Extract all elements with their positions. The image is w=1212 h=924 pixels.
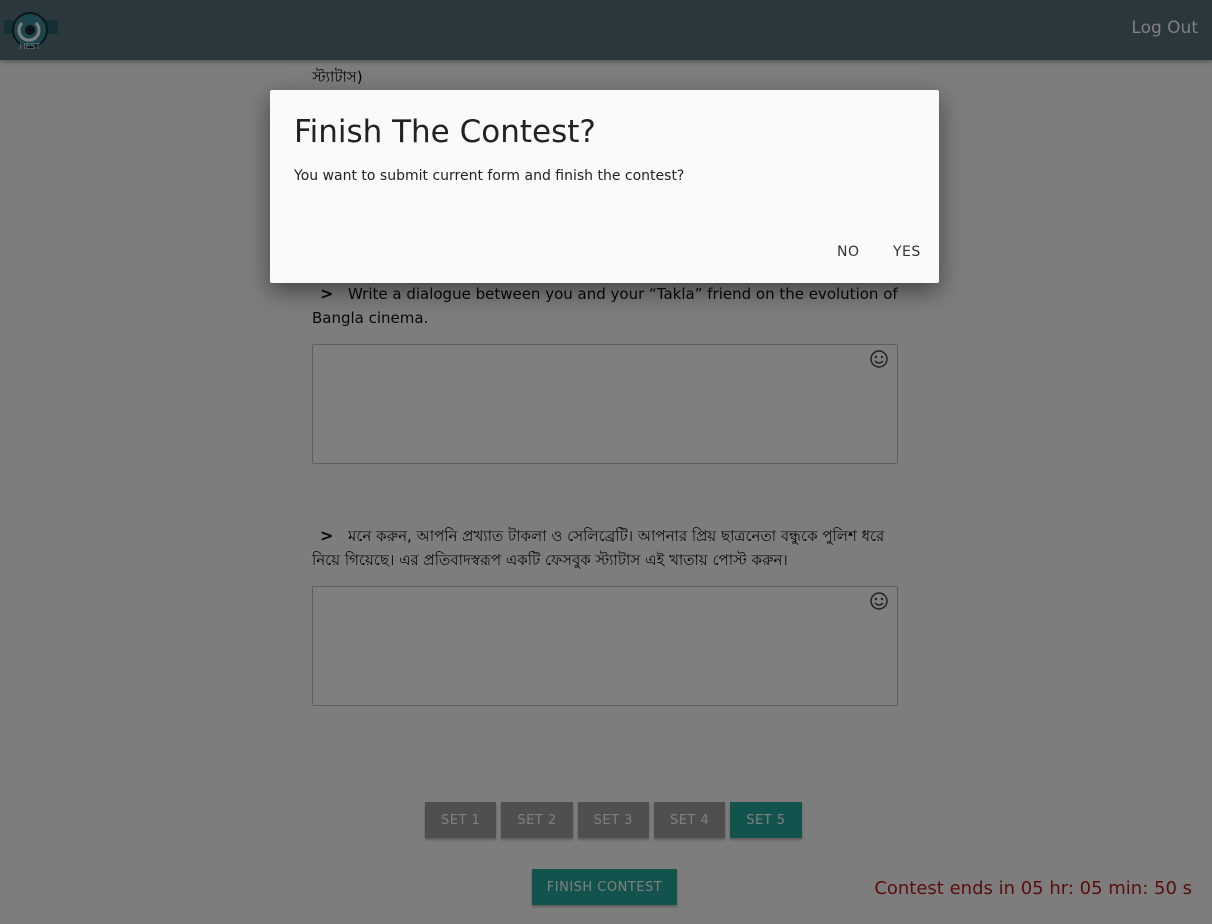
yes-button[interactable]: YES [893,244,921,260]
dialog-title: Finish The Contest? [294,114,596,150]
finish-contest-dialog: Finish The Contest? You want to submit c… [270,90,939,283]
page: HEST Log Out স্ট্যাটাস) >Write a dialogu… [0,0,1212,924]
dialog-message: You want to submit current form and fini… [294,168,685,184]
no-button[interactable]: NO [837,244,860,260]
